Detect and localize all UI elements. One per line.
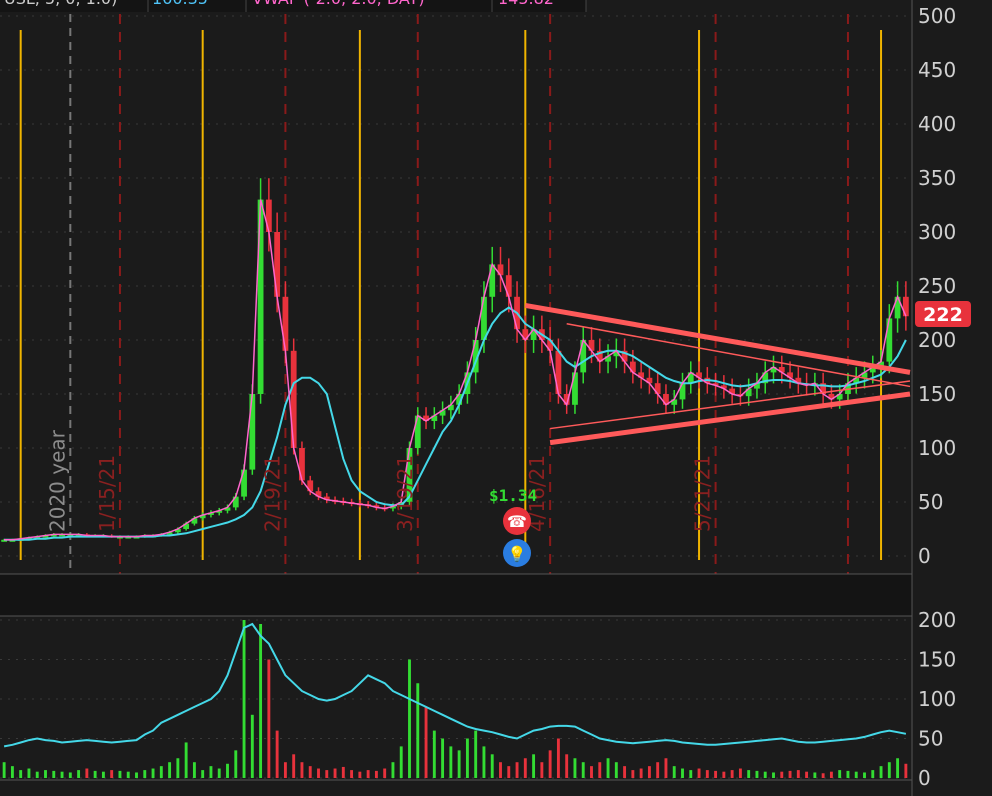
phone-icon: ☎ xyxy=(507,512,527,531)
candle-body xyxy=(299,448,305,481)
lightbulb-icon: 💡 xyxy=(508,545,527,563)
candle-body xyxy=(414,415,421,448)
price-tick-label: 500 xyxy=(918,4,956,28)
candle-body xyxy=(257,199,264,394)
stock-chart[interactable]: USL, 5, 0, 1.0) 160.35 VWAP (-2.0, 2.0, … xyxy=(0,0,992,796)
candle-body xyxy=(290,350,297,448)
date-label: 2/19/21 xyxy=(260,455,284,532)
header-study-params: USL, 5, 0, 1.0) xyxy=(4,0,117,8)
header-ma-value: 160.35 xyxy=(152,0,208,8)
volume-tick-label: 50 xyxy=(918,727,943,751)
dividend-label: $1.34 xyxy=(489,486,537,505)
candle-body xyxy=(902,296,909,317)
candle-body xyxy=(282,296,289,351)
header-vwap-value: 145.82 xyxy=(498,0,554,8)
candle-body xyxy=(572,372,578,405)
study-header: USL, 5, 0, 1.0) 160.35 VWAP (-2.0, 2.0, … xyxy=(0,0,587,12)
year-label: 2020 year xyxy=(45,429,69,532)
price-tick-label: 100 xyxy=(918,436,956,460)
header-vwap-params: VWAP (-2.0, 2.0, DAY) xyxy=(252,0,425,8)
price-tick-label: 350 xyxy=(918,166,956,190)
date-label: 5/21/21 xyxy=(691,455,715,532)
price-tick-label: 200 xyxy=(918,328,956,352)
candle-body xyxy=(505,275,512,297)
price-tick-label: 0 xyxy=(918,544,931,568)
volume-tick-label: 200 xyxy=(918,608,956,632)
price-tick-label: 450 xyxy=(918,58,956,82)
date-label: 3/19/21 xyxy=(393,455,417,532)
volume-tick-label: 150 xyxy=(918,648,956,672)
price-tick-label: 400 xyxy=(918,112,956,136)
volume-tick-label: 100 xyxy=(918,687,956,711)
earnings-event[interactable]: 💡 xyxy=(503,539,531,567)
price-tick-label: 250 xyxy=(918,274,956,298)
candle-body xyxy=(265,199,272,232)
price-tick-label: 50 xyxy=(918,490,943,514)
candle-body xyxy=(274,232,281,297)
chart-background xyxy=(0,0,992,796)
date-label: 1/15/21 xyxy=(95,455,119,532)
current-price-tag[interactable]: 222 xyxy=(915,301,971,327)
current-price-value: 222 xyxy=(923,304,963,326)
panel-gap xyxy=(0,574,912,616)
price-tick-label: 300 xyxy=(918,220,956,244)
volume-tick-label: 0 xyxy=(918,766,931,790)
candle-body xyxy=(249,394,256,470)
price-tick-label: 150 xyxy=(918,382,956,406)
candle-body xyxy=(481,296,487,340)
candle-body xyxy=(555,350,562,394)
